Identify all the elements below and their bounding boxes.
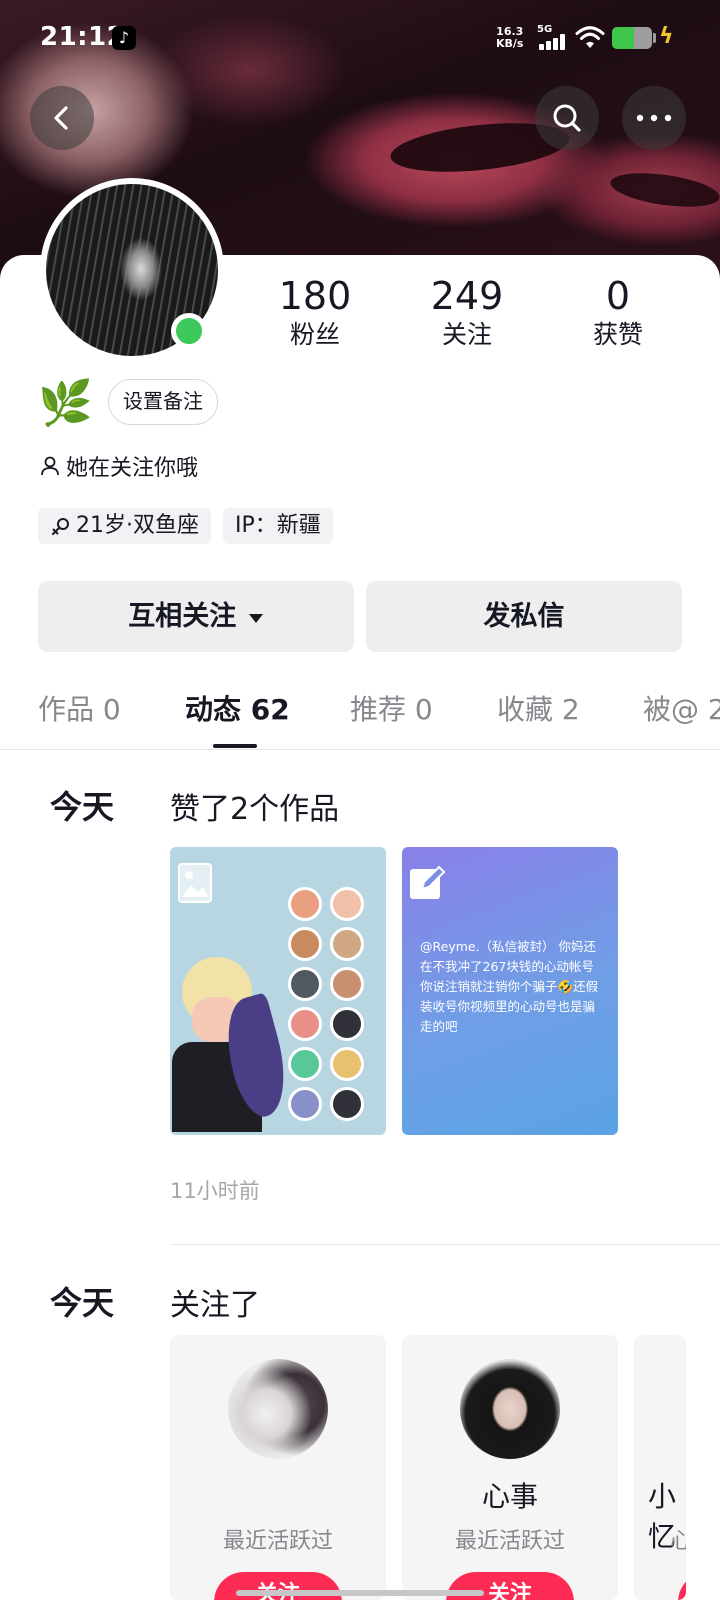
profile-tags: 21岁·双鱼座 IP：新疆 [38, 508, 333, 544]
status-bar: 21:12 ♪ 16.3 KB/s 5G ϟ [0, 0, 720, 78]
search-icon [553, 104, 581, 132]
feed-divider [170, 1244, 720, 1245]
stat-following[interactable]: 249 关注 [407, 275, 527, 351]
home-indicator [236, 1590, 484, 1596]
followed-user-card[interactable]: 小忆 心 [634, 1335, 686, 1600]
feed-timestamp: 11小时前 [170, 1179, 260, 1203]
caret-down-icon [248, 613, 263, 623]
user-activity-status: 最近活跃过 [222, 1529, 333, 1554]
person-icon [41, 456, 59, 476]
feed-action-title: 关注了 [170, 1288, 260, 1323]
follow-button[interactable] [678, 1572, 686, 1600]
mutual-follow-button[interactable]: 互相关注 [38, 581, 354, 652]
tiktok-notification-icon: ♪ [112, 26, 136, 50]
active-tab-indicator [213, 744, 257, 748]
online-status-dot [171, 313, 207, 349]
ip-location-tag: IP：新疆 [223, 508, 333, 544]
send-message-button[interactable]: 发私信 [366, 581, 682, 652]
set-remark-button[interactable]: 设置备注 [108, 379, 218, 425]
more-button[interactable] [622, 86, 686, 150]
stat-likes[interactable]: 0 获赞 [558, 275, 678, 351]
user-avatar [228, 1359, 328, 1459]
banner-image-detail [608, 167, 720, 213]
user-avatar [460, 1359, 560, 1459]
liked-work-thumbnail[interactable]: @Reyme.（私信被封） 你妈还在不我冲了267块钱的心动帐号你说注销就注销你… [402, 847, 618, 1135]
follows-you-indicator: 她在关注你哦 [38, 450, 198, 482]
more-horizontal-icon [636, 114, 672, 122]
post-text-snippet: @Reyme.（私信被封） 你妈还在不我冲了267块钱的心动帐号你说注销就注销你… [420, 939, 599, 1034]
feed-day-label: 今天 [50, 788, 115, 826]
tab-favorites[interactable]: 收藏 2 [497, 688, 580, 728]
tab-recommended[interactable]: 推荐 0 [350, 688, 433, 728]
follows-you-text: 她在关注你哦 [66, 456, 199, 481]
followed-user-card[interactable]: 心事 最近活跃过 关注 [402, 1335, 618, 1600]
image-icon [178, 863, 212, 903]
tab-works[interactable]: 作品 0 [38, 688, 121, 728]
profile-stats: 180 粉丝 249 关注 0 获赞 [250, 275, 710, 355]
profile-tabs: 作品 0 动态 62 推荐 0 收藏 2 被@ 2 [0, 670, 720, 750]
followed-user-card[interactable]: 最近活跃过 关注 [170, 1335, 386, 1600]
gender-female-icon [52, 518, 69, 535]
network-speed: 16.3 KB/s [496, 25, 524, 50]
search-button[interactable] [535, 86, 599, 150]
signal-icon [539, 34, 569, 50]
wifi-icon [575, 26, 605, 48]
back-button[interactable] [30, 86, 94, 150]
battery-tip [653, 33, 656, 43]
liked-work-thumbnail[interactable] [170, 847, 386, 1135]
charging-icon: ϟ [659, 24, 674, 49]
feed-day-label: 今天 [50, 1284, 115, 1322]
user-activity-status: 最近活跃过 [454, 1529, 565, 1554]
tab-mentioned[interactable]: 被@ 2 [643, 688, 720, 728]
user-activity-status: 心 [670, 1529, 686, 1554]
feed-action-title: 赞了2个作品 [170, 792, 340, 827]
chevron-left-icon [54, 106, 68, 130]
edit-note-icon [410, 865, 446, 899]
stat-followers[interactable]: 180 粉丝 [255, 275, 375, 351]
user-name: 心事 [481, 1480, 538, 1513]
leaf-emoji: 🌿 [38, 378, 93, 429]
age-zodiac-tag: 21岁·双鱼座 [38, 508, 211, 544]
battery-icon [612, 27, 652, 49]
tab-activity[interactable]: 动态 62 [185, 688, 290, 728]
